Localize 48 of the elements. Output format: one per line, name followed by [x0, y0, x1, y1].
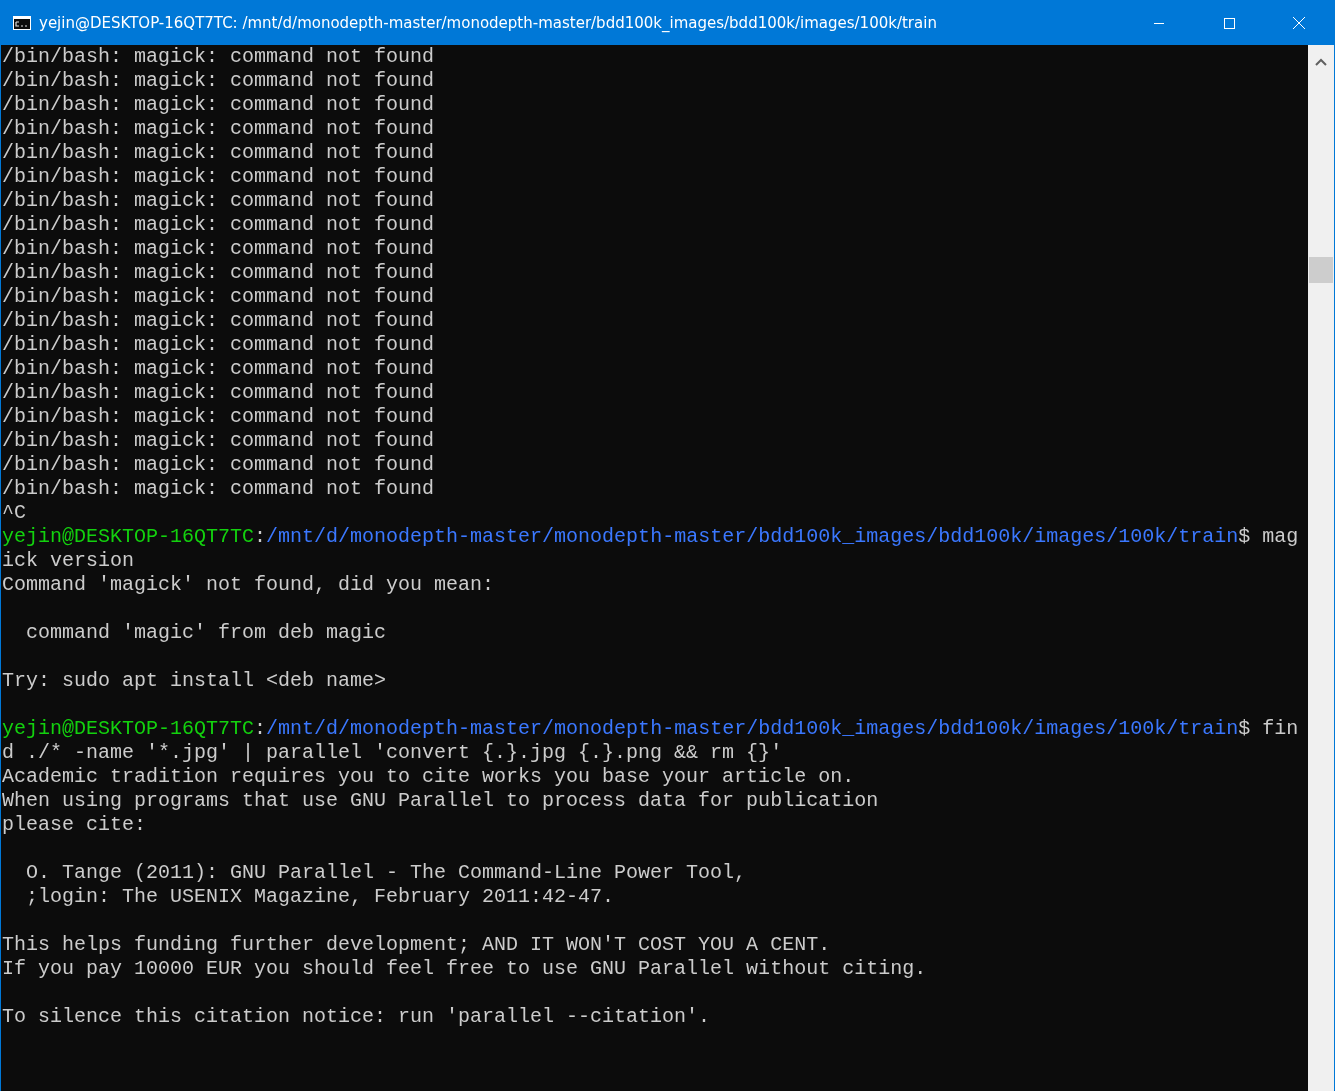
output-line: /bin/bash: magick: command not found	[2, 381, 436, 405]
prompt-separator: :	[254, 717, 267, 740]
output-line: /bin/bash: magick: command not found	[2, 189, 436, 213]
prompt-path: /mnt/d/monodepth-master/monodepth-master/bdd100k_images/bdd100k/images/100k/train	[266, 717, 1239, 740]
window-title: yejin@DESKTOP-16QT7TC: /mnt/d/monodepth-master/monodepth-master/bdd100k_images/bdd100k/images/100k/train	[39, 14, 938, 32]
command-text: $ fin	[1238, 717, 1299, 740]
output-line: When using programs that use GNU Parallel to process data for publication	[2, 789, 880, 813]
output-line: ;login: The USENIX Magazine, February 2011:42-47.	[25, 885, 616, 909]
output-line: If you pay 10000 EUR you should feel free to use GNU Parallel without citing.	[2, 957, 928, 981]
output-line: /bin/bash: magick: command not found	[2, 405, 436, 429]
output-line: /bin/bash: magick: command not found	[2, 453, 436, 477]
scroll-up-icon[interactable]	[1315, 58, 1327, 66]
output-line: d ./* -name '*.jpg' | parallel 'convert {.}.jpg {.}.png && rm {}'	[2, 741, 784, 765]
prompt-user: yejin@DESKTOP-16QT7TC	[2, 717, 255, 740]
output-line: This helps funding further development; AND IT WON'T COST YOU A CENT.	[2, 933, 832, 957]
output-line: /bin/bash: magick: command not found	[2, 477, 436, 501]
output-line: /bin/bash: magick: command not found	[2, 213, 436, 237]
maximize-icon	[1223, 17, 1235, 29]
output-line: Command 'magick' not found, did you mean:	[2, 573, 496, 597]
output-line: Try: sudo apt install <deb name>	[2, 669, 388, 693]
output-line: Academic tradition requires you to cite works you base your article on.	[2, 765, 856, 789]
prompt-path: /mnt/d/monodepth-master/monodepth-master/bdd100k_images/bdd100k/images/100k/train	[266, 525, 1239, 548]
close-icon	[1292, 16, 1306, 30]
output-line: please cite:	[2, 813, 148, 837]
output-line: ick version	[2, 549, 136, 573]
output-line: /bin/bash: magick: command not found	[2, 357, 436, 381]
output-line: /bin/bash: magick: command not found	[2, 93, 436, 117]
output-line: /bin/bash: magick: command not found	[2, 237, 436, 261]
output-line: O. Tange (2011): GNU Parallel - The Command-Line Power Tool,	[25, 861, 748, 885]
output-line: /bin/bash: magick: command not found	[2, 141, 436, 165]
command-text: $ mag	[1238, 525, 1299, 548]
output-line: To silence this citation notice: run 'parallel --citation'.	[2, 1005, 712, 1029]
output-line: /bin/bash: magick: command not found	[2, 429, 436, 453]
output-line: /bin/bash: magick: command not found	[2, 261, 436, 285]
output-line: /bin/bash: magick: command not found	[2, 333, 436, 357]
output-line: ^C	[2, 501, 27, 525]
scrollbar-thumb[interactable]	[1309, 257, 1333, 283]
prompt-user: yejin@DESKTOP-16QT7TC	[2, 525, 255, 548]
console-icon	[13, 16, 31, 30]
scrollbar[interactable]	[1308, 45, 1334, 1091]
output-line: /bin/bash: magick: command not found	[2, 309, 436, 333]
output-line: /bin/bash: magick: command not found	[2, 285, 436, 309]
output-line: /bin/bash: magick: command not found	[2, 69, 436, 93]
output-line: /bin/bash: magick: command not found	[2, 117, 436, 141]
output-line: /bin/bash: magick: command not found	[2, 45, 436, 69]
prompt-separator: :	[254, 525, 267, 548]
output-line: command 'magic' from deb magic	[25, 621, 388, 645]
output-line: /bin/bash: magick: command not found	[2, 165, 436, 189]
